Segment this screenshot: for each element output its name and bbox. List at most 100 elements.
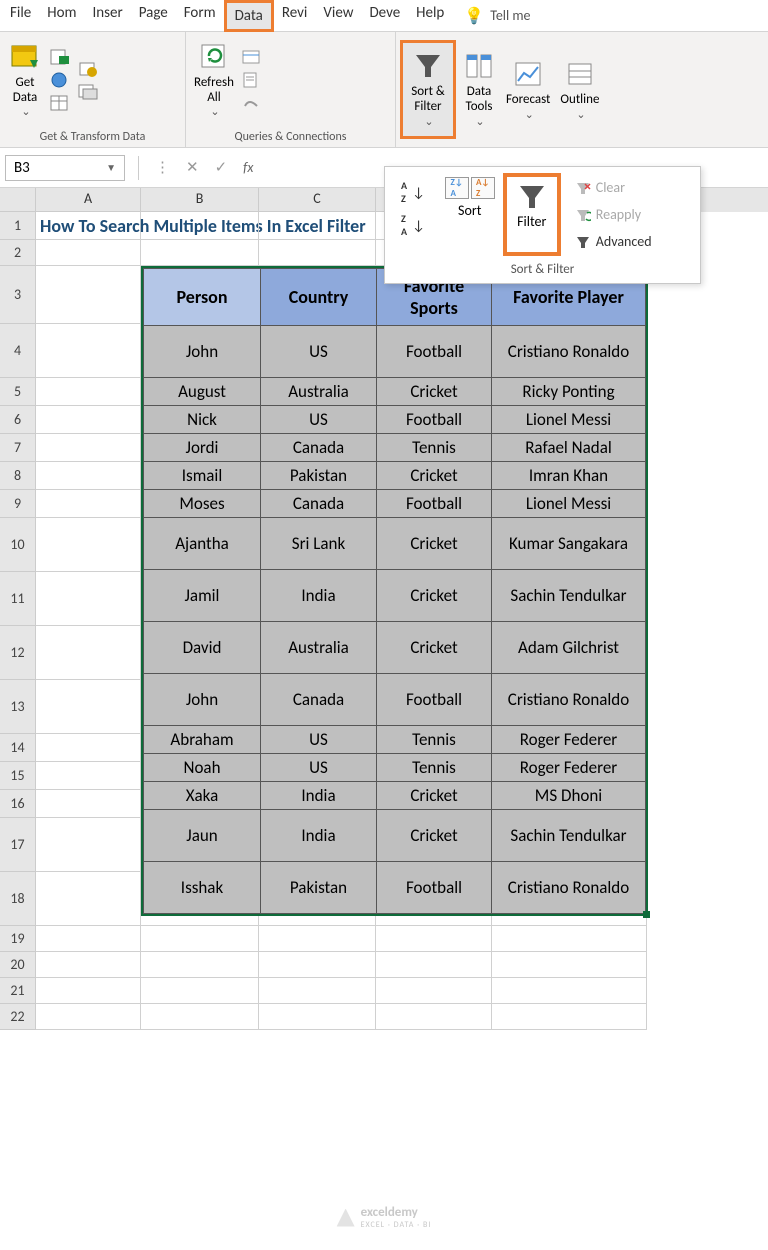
table-cell[interactable]: Lionel Messi: [492, 490, 646, 518]
col-header-A[interactable]: A: [36, 188, 141, 212]
data-tools-button[interactable]: Data Tools: [458, 46, 500, 133]
cell[interactable]: [259, 926, 376, 952]
table-cell[interactable]: Imran Khan: [492, 462, 646, 490]
cell[interactable]: [376, 952, 492, 978]
row-header[interactable]: 12: [0, 626, 36, 680]
row-header[interactable]: 22: [0, 1004, 36, 1030]
table-cell[interactable]: Moses: [144, 490, 261, 518]
cell[interactable]: [36, 406, 141, 434]
cell[interactable]: [36, 462, 141, 490]
row-header[interactable]: 21: [0, 978, 36, 1004]
cell[interactable]: [492, 978, 647, 1004]
row-header[interactable]: 10: [0, 518, 36, 572]
fx-icon[interactable]: fx: [235, 159, 261, 176]
cell[interactable]: [36, 1004, 141, 1030]
table-cell[interactable]: Isshak: [144, 862, 261, 914]
table-cell[interactable]: Kumar Sangakara: [492, 518, 646, 570]
row-header[interactable]: 9: [0, 490, 36, 518]
row-header[interactable]: 5: [0, 378, 36, 406]
row-header[interactable]: 8: [0, 462, 36, 490]
row-header[interactable]: 3: [0, 266, 36, 324]
forecast-button[interactable]: Forecast: [502, 54, 554, 126]
menu-tab-inser[interactable]: Inser: [85, 0, 131, 32]
table-cell[interactable]: Cricket: [377, 518, 492, 570]
row-header[interactable]: 16: [0, 790, 36, 818]
from-web-icon[interactable]: [49, 70, 71, 90]
menu-tab-file[interactable]: File: [2, 0, 39, 32]
table-cell[interactable]: Abraham: [144, 726, 261, 754]
table-cell[interactable]: Ricky Ponting: [492, 378, 646, 406]
table-cell[interactable]: Cristiano Ronaldo: [492, 674, 646, 726]
from-table-icon[interactable]: [49, 93, 71, 113]
table-cell[interactable]: US: [261, 726, 377, 754]
table-cell[interactable]: Australia: [261, 622, 377, 674]
table-cell[interactable]: Australia: [261, 378, 377, 406]
table-cell[interactable]: Canada: [261, 434, 377, 462]
table-cell[interactable]: Canada: [261, 674, 377, 726]
table-header[interactable]: Person: [144, 269, 261, 326]
select-all-corner[interactable]: [0, 188, 36, 212]
table-cell[interactable]: Cristiano Ronaldo: [492, 862, 646, 914]
cell[interactable]: [141, 926, 259, 952]
table-cell[interactable]: Cricket: [377, 810, 492, 862]
cell[interactable]: [36, 926, 141, 952]
cell[interactable]: [376, 926, 492, 952]
chevron-down-icon[interactable]: ▼: [106, 161, 116, 174]
table-cell[interactable]: MS Dhoni: [492, 782, 646, 810]
cell[interactable]: [36, 626, 141, 680]
row-header[interactable]: 11: [0, 572, 36, 626]
edit-links-icon[interactable]: [241, 93, 263, 113]
table-cell[interactable]: US: [261, 754, 377, 782]
cell[interactable]: [376, 978, 492, 1004]
table-cell[interactable]: Cricket: [377, 622, 492, 674]
cell[interactable]: [376, 1004, 492, 1030]
table-cell[interactable]: Football: [377, 326, 492, 378]
cell[interactable]: [36, 572, 141, 626]
cell[interactable]: [36, 266, 141, 324]
cell[interactable]: [36, 818, 141, 872]
cell[interactable]: [36, 378, 141, 406]
enter-icon[interactable]: ✓: [207, 158, 236, 177]
outline-button[interactable]: Outline: [556, 54, 603, 126]
cell[interactable]: [141, 978, 259, 1004]
cell[interactable]: [141, 952, 259, 978]
table-cell[interactable]: Sri Lank: [261, 518, 377, 570]
cell[interactable]: [141, 212, 259, 240]
row-header[interactable]: 6: [0, 406, 36, 434]
cell[interactable]: [36, 434, 141, 462]
table-cell[interactable]: India: [261, 782, 377, 810]
table-cell[interactable]: Football: [377, 406, 492, 434]
advanced-button[interactable]: Advanced: [571, 231, 656, 252]
table-cell[interactable]: Cricket: [377, 782, 492, 810]
row-header[interactable]: 4: [0, 324, 36, 378]
table-cell[interactable]: Lionel Messi: [492, 406, 646, 434]
table-cell[interactable]: Rafael Nadal: [492, 434, 646, 462]
cell[interactable]: [141, 1004, 259, 1030]
table-cell[interactable]: Roger Federer: [492, 726, 646, 754]
table-cell[interactable]: Cricket: [377, 570, 492, 622]
table-cell[interactable]: Noah: [144, 754, 261, 782]
row-header[interactable]: 18: [0, 872, 36, 926]
cell[interactable]: [259, 212, 376, 240]
table-cell[interactable]: August: [144, 378, 261, 406]
properties-icon[interactable]: [241, 70, 263, 90]
tell-me[interactable]: 💡 Tell me: [464, 6, 530, 26]
cell[interactable]: [36, 518, 141, 572]
worksheet-grid[interactable]: 1How To Search Multiple Items In Excel F…: [0, 212, 768, 1112]
recent-sources-icon[interactable]: [77, 59, 99, 79]
row-header[interactable]: 20: [0, 952, 36, 978]
cell[interactable]: How To Search Multiple Items In Excel Fi…: [36, 212, 141, 240]
row-header[interactable]: 1: [0, 212, 36, 240]
cell[interactable]: [36, 952, 141, 978]
table-cell[interactable]: Xaka: [144, 782, 261, 810]
col-header-C[interactable]: C: [259, 188, 376, 212]
cell[interactable]: [36, 324, 141, 378]
cell[interactable]: [492, 952, 647, 978]
table-cell[interactable]: John: [144, 674, 261, 726]
table-cell[interactable]: Cristiano Ronaldo: [492, 326, 646, 378]
refresh-all-button[interactable]: Refresh All: [190, 37, 238, 124]
cell[interactable]: [36, 680, 141, 734]
table-cell[interactable]: Ismail: [144, 462, 261, 490]
table-cell[interactable]: Ajantha: [144, 518, 261, 570]
menu-tab-help[interactable]: Help: [408, 0, 452, 32]
